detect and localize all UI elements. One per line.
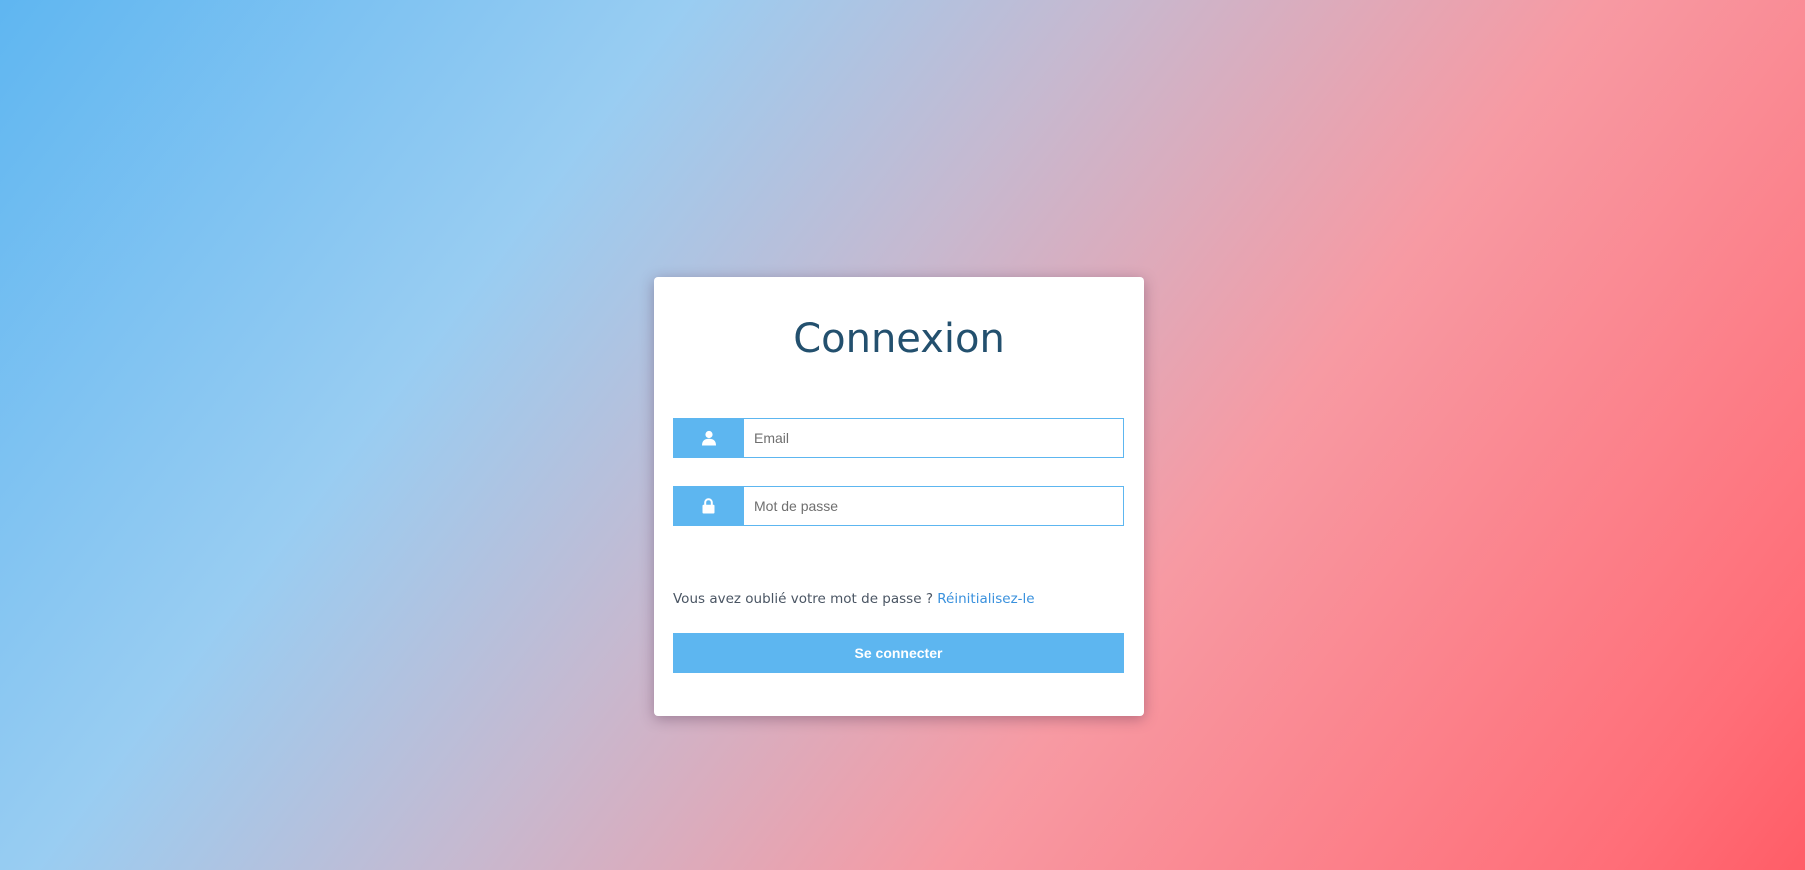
- login-button[interactable]: Se connecter: [673, 633, 1124, 673]
- login-card: Connexion Vous avez oublié votre mot de …: [654, 277, 1144, 716]
- password-input[interactable]: [744, 486, 1124, 526]
- user-icon: [673, 418, 744, 458]
- forgot-password-label: Vous avez oublié votre mot de passe ?: [673, 591, 933, 607]
- lock-icon: [673, 486, 744, 526]
- email-input[interactable]: [744, 418, 1124, 458]
- reset-password-link[interactable]: Réinitialisez-le: [937, 591, 1034, 607]
- page-title: Connexion: [793, 316, 1005, 362]
- email-field-group: [673, 418, 1124, 458]
- password-field-group: [673, 486, 1124, 526]
- forgot-password-text: Vous avez oublié votre mot de passe ? Ré…: [673, 591, 1035, 607]
